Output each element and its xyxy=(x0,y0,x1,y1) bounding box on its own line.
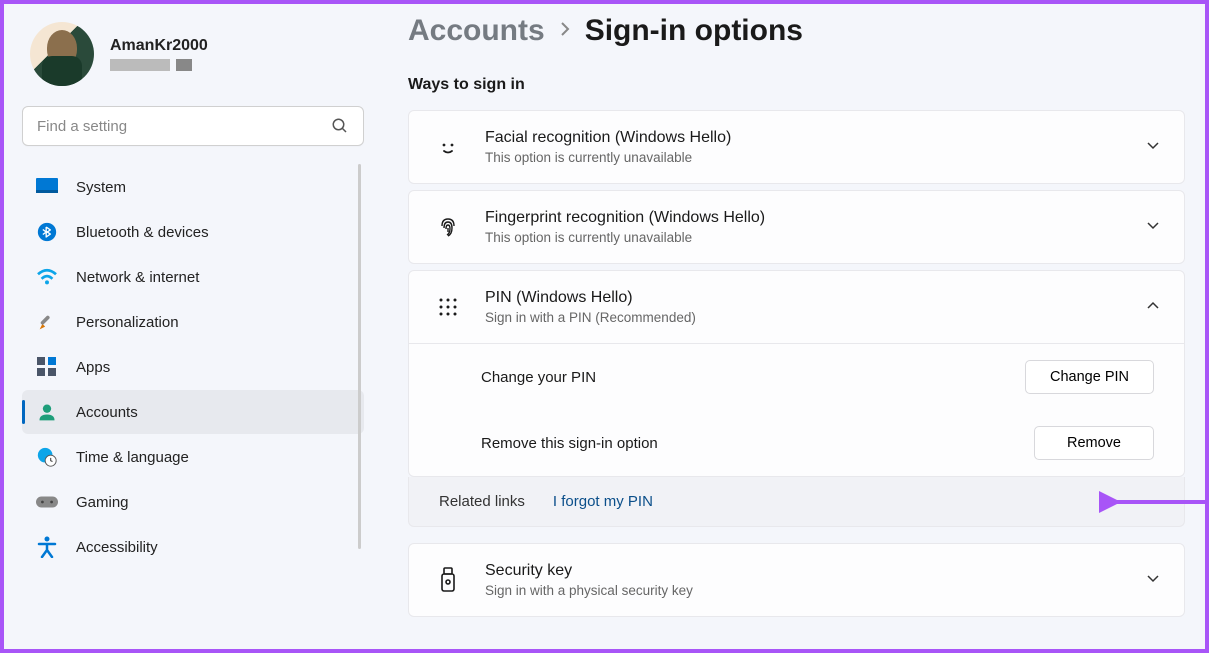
settings-app: AmanKr2000 System Bluetooth & devices xyxy=(4,4,1205,649)
bluetooth-icon xyxy=(36,221,58,243)
sidebar-item-label: Time & language xyxy=(76,449,189,466)
apps-icon xyxy=(36,356,58,378)
sidebar-item-network[interactable]: Network & internet xyxy=(22,255,364,299)
sidebar-item-label: Bluetooth & devices xyxy=(76,224,209,241)
option-label: Remove this sign-in option xyxy=(481,435,658,452)
card-fingerprint[interactable]: Fingerprint recognition (Windows Hello) … xyxy=(408,190,1185,264)
accessibility-icon xyxy=(36,536,58,558)
card-pin-header[interactable]: PIN (Windows Hello) Sign in with a PIN (… xyxy=(409,271,1184,343)
nav-list: System Bluetooth & devices Network & int… xyxy=(22,165,364,569)
sidebar-item-apps[interactable]: Apps xyxy=(22,345,364,389)
chevron-down-icon xyxy=(1146,138,1160,156)
sidebar-item-label: Network & internet xyxy=(76,269,199,286)
wifi-icon xyxy=(36,266,58,288)
main-content: Accounts Sign-in options Ways to sign in… xyxy=(382,4,1205,649)
sidebar-item-label: Accessibility xyxy=(76,539,158,556)
sidebar-item-bluetooth[interactable]: Bluetooth & devices xyxy=(22,210,364,254)
search-icon xyxy=(331,117,349,135)
card-security-key[interactable]: Security key Sign in with a physical sec… xyxy=(408,543,1185,617)
related-label: Related links xyxy=(439,493,525,510)
paintbrush-icon xyxy=(36,311,58,333)
sidebar-scrollbar[interactable] xyxy=(358,164,361,549)
card-subtitle: This option is currently unavailable xyxy=(485,150,1146,165)
breadcrumb-parent[interactable]: Accounts xyxy=(408,14,545,48)
sidebar-item-personalization[interactable]: Personalization xyxy=(22,300,364,344)
forgot-pin-link[interactable]: I forgot my PIN xyxy=(553,493,653,510)
chevron-down-icon xyxy=(1146,571,1160,589)
card-title: Fingerprint recognition (Windows Hello) xyxy=(485,209,1146,227)
sidebar-item-label: Apps xyxy=(76,359,110,376)
avatar xyxy=(30,22,94,86)
remove-pin-button[interactable]: Remove xyxy=(1034,426,1154,460)
sidebar-item-label: Gaming xyxy=(76,494,129,511)
sidebar-item-accessibility[interactable]: Accessibility xyxy=(22,525,364,569)
sidebar-item-label: System xyxy=(76,179,126,196)
profile-block[interactable]: AmanKr2000 xyxy=(30,22,364,86)
row-change-pin: Change your PIN Change PIN xyxy=(409,344,1184,410)
card-title: PIN (Windows Hello) xyxy=(485,289,1146,307)
pin-pad-icon xyxy=(433,297,463,317)
sidebar: AmanKr2000 System Bluetooth & devices xyxy=(4,4,382,649)
sidebar-item-label: Accounts xyxy=(76,404,138,421)
search-input[interactable] xyxy=(37,118,331,135)
annotation-arrow-icon xyxy=(1099,490,1205,514)
row-remove-pin: Remove this sign-in option Remove xyxy=(409,410,1184,476)
person-icon xyxy=(36,401,58,423)
fingerprint-icon xyxy=(433,214,463,240)
usb-key-icon xyxy=(433,567,463,593)
card-subtitle: Sign in with a PIN (Recommended) xyxy=(485,310,1146,325)
gamepad-icon xyxy=(36,491,58,513)
option-label: Change your PIN xyxy=(481,369,596,386)
card-pin: PIN (Windows Hello) Sign in with a PIN (… xyxy=(408,270,1185,477)
face-icon xyxy=(433,135,463,159)
globe-clock-icon xyxy=(36,446,58,468)
search-box[interactable] xyxy=(22,106,364,146)
card-facial-recognition[interactable]: Facial recognition (Windows Hello) This … xyxy=(408,110,1185,184)
chevron-down-icon xyxy=(1146,218,1160,236)
sidebar-item-accounts[interactable]: Accounts xyxy=(22,390,364,434)
chevron-up-icon xyxy=(1146,298,1160,316)
username: AmanKr2000 xyxy=(110,37,208,55)
card-title: Security key xyxy=(485,562,1146,580)
sidebar-item-gaming[interactable]: Gaming xyxy=(22,480,364,524)
card-subtitle: This option is currently unavailable xyxy=(485,230,1146,245)
card-title: Facial recognition (Windows Hello) xyxy=(485,129,1146,147)
display-icon xyxy=(36,176,58,198)
related-links-row: Related links I forgot my PIN xyxy=(408,477,1185,527)
card-subtitle: Sign in with a physical security key xyxy=(485,583,1146,598)
sidebar-item-system[interactable]: System xyxy=(22,165,364,209)
sidebar-item-label: Personalization xyxy=(76,314,179,331)
breadcrumb: Accounts Sign-in options xyxy=(408,14,1185,48)
page-title: Sign-in options xyxy=(585,14,803,48)
change-pin-button[interactable]: Change PIN xyxy=(1025,360,1154,394)
sidebar-item-time[interactable]: Time & language xyxy=(22,435,364,479)
section-heading: Ways to sign in xyxy=(408,76,1185,94)
user-subinfo xyxy=(110,59,208,71)
chevron-right-icon xyxy=(559,21,571,42)
card-pin-body: Change your PIN Change PIN Remove this s… xyxy=(409,343,1184,476)
